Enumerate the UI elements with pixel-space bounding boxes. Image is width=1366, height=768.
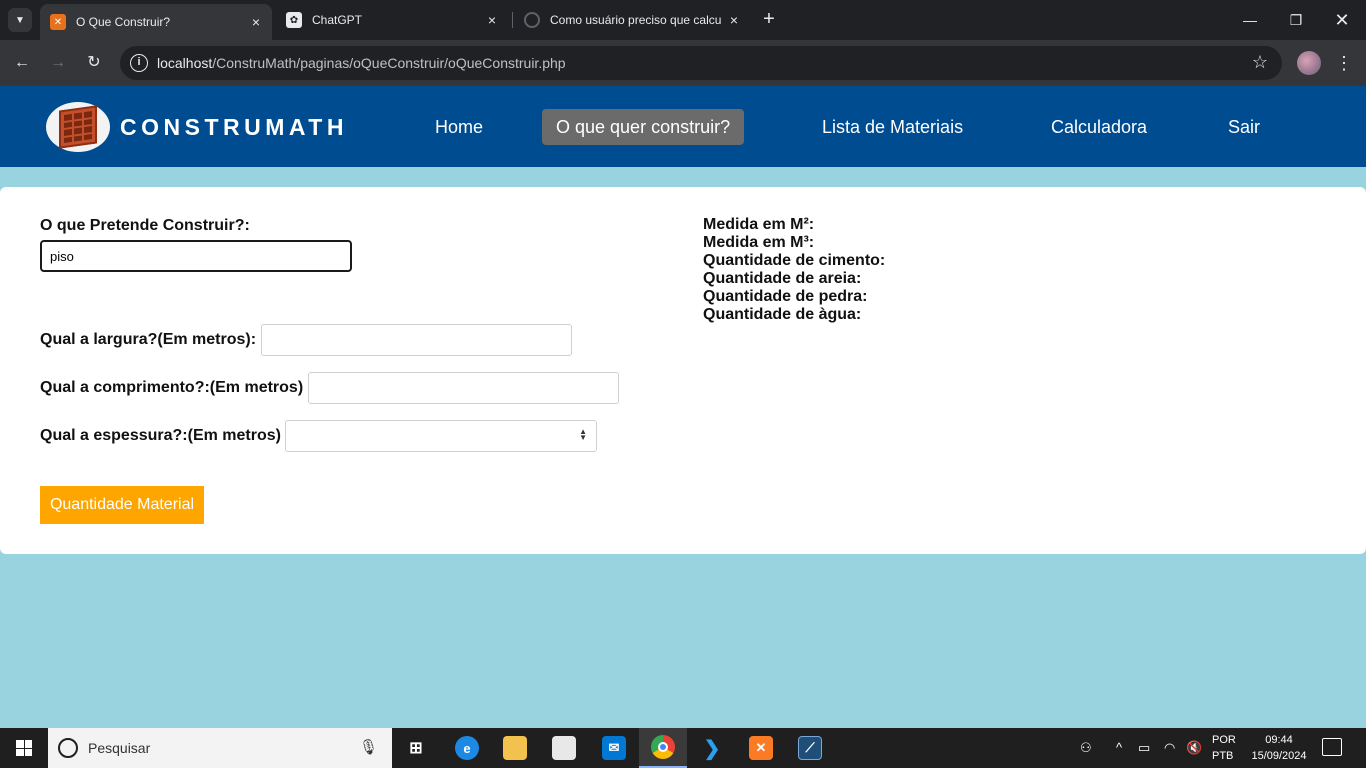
comprimento-input[interactable] [308,372,619,404]
vscode-icon: ❯ [700,736,724,760]
minimize-icon[interactable]: — [1238,8,1262,32]
tab-separator [512,12,513,28]
result-pedra: Quantidade de pedra: [703,288,868,305]
tab-title: ChatGPT [312,13,363,27]
windows-logo-icon [16,740,32,756]
quantidade-material-button[interactable]: Quantidade Material [40,486,204,524]
site-info-icon[interactable]: i [130,54,148,72]
cortana-icon [58,738,78,758]
keyboard-layout: PTB [1212,750,1234,762]
url-text[interactable]: localhost/ConstruMath/paginas/oQueConstr… [157,55,566,71]
more-menu-icon[interactable]: ⋮ [1335,51,1353,75]
clock-time: 09:44 [1265,734,1293,746]
windows-taskbar: Pesquisar 🎙 ⊞ e ✉ ❯ ✕ ⟋ ⚇ ^ ▭ ◠ 🔇 POR PT… [0,728,1366,768]
espessura-input[interactable] [285,420,597,452]
result-medida-m3: Medida em M³: [703,234,815,251]
nav-sair[interactable]: Sair [1214,109,1274,145]
results-panel: Medida em M²: Medida em M³: Quantidade d… [703,216,885,324]
mail-icon: ✉ [602,736,626,760]
tab-o-que-construir[interactable]: ✕ O Que Construir? × [40,4,272,40]
brand-title: CONSTRUMATH [120,114,348,140]
file-explorer-app[interactable] [491,728,539,768]
folder-icon [503,736,527,760]
task-view-button[interactable]: ⊞ [392,728,440,768]
clock[interactable]: 09:44 15/09/2024 [1246,732,1312,764]
browser-toolbar: ← → ↻ i localhost/ConstruMath/paginas/oQ… [0,40,1366,86]
browser-tab-bar: ▼ ✕ O Que Construir? × ✿ ChatGPT × Como … [0,0,1366,40]
result-cimento: Quantidade de cimento: [703,252,886,269]
clock-date: 15/09/2024 [1251,750,1307,762]
site-header: CONSTRUMATH Home O que quer construir? L… [0,86,1366,167]
bookmark-star-icon[interactable]: ☆ [1252,52,1268,73]
tab-search-button[interactable]: ▼ [8,8,32,32]
result-areia: Quantidade de areia: [703,270,862,287]
mysql-workbench-icon: ⟋ [798,736,822,760]
edge-app[interactable]: e [443,728,491,768]
construir-input[interactable] [40,240,352,272]
nav-calculadora[interactable]: Calculadora [1037,109,1161,145]
input-language[interactable]: POR PTB [1212,732,1236,764]
close-window-icon[interactable]: ✕ [1330,8,1354,32]
result-agua: Quantidade de àgua: [703,306,862,323]
espessura-label: Qual a espessura?:(Em metros) [40,427,281,444]
notification-center-icon[interactable] [1322,738,1342,756]
construir-label: O que Pretende Construir?: [40,217,250,234]
chatgpt-favicon-icon: ✿ [286,12,302,28]
largura-input[interactable] [261,324,572,356]
restore-icon[interactable]: ❐ [1284,8,1308,32]
close-tab-icon[interactable]: × [482,12,502,28]
people-icon[interactable]: ⚇ [1080,740,1092,756]
xampp-favicon-icon: ✕ [50,14,66,30]
github-favicon-icon [524,12,540,28]
start-button[interactable] [0,728,48,768]
result-medida-m2: Medida em M²: [703,216,815,233]
brick-logo[interactable] [46,102,110,152]
address-bar[interactable]: i localhost/ConstruMath/paginas/oQueCons… [120,46,1282,80]
store-app[interactable] [540,728,588,768]
new-tab-button[interactable]: + [758,8,780,30]
store-icon [552,736,576,760]
edge-icon: e [455,736,479,760]
close-tab-icon[interactable]: × [246,14,266,30]
back-icon[interactable]: ← [10,51,34,75]
microphone-icon[interactable]: 🎙 [359,738,378,756]
taskbar-search[interactable]: Pesquisar 🎙 [48,728,392,768]
nav-o-que-quer-construir[interactable]: O que quer construir? [542,109,745,145]
xampp-app[interactable]: ✕ [737,728,785,768]
tab-title: O Que Construir? [76,15,171,29]
chrome-icon [651,735,675,759]
tab-title: Como usuário preciso que calcu [550,13,722,27]
close-tab-icon[interactable]: × [724,12,744,28]
volume-muted-icon[interactable]: 🔇 [1186,740,1202,756]
comprimento-label: Qual a comprimento?:(Em metros) [40,379,304,396]
tab-chatgpt[interactable]: ✿ ChatGPT × [276,6,508,34]
language-code: POR [1212,734,1236,746]
largura-label: Qual a largura?(Em metros): [40,331,257,348]
tab-como-usuario[interactable]: Como usuário preciso que calcu × [514,6,750,34]
mysql-workbench-app[interactable]: ⟋ [786,728,834,768]
brick-icon [59,105,97,149]
search-placeholder: Pesquisar [88,740,151,756]
form-card: O que Pretende Construir?: Qual a largur… [0,187,1366,554]
show-hidden-icons-chevron-icon[interactable]: ^ [1116,740,1122,755]
wifi-icon[interactable]: ◠ [1164,740,1175,756]
reload-icon[interactable]: ↻ [82,51,106,75]
chrome-app[interactable] [639,728,687,768]
espessura-field[interactable]: ▲ ▼ [285,420,597,452]
battery-icon[interactable]: ▭ [1138,740,1150,756]
mail-app[interactable]: ✉ [590,728,638,768]
profile-avatar[interactable] [1297,51,1321,75]
nav-lista-de-materiais[interactable]: Lista de Materiais [808,109,977,145]
task-view-icon: ⊞ [409,740,423,757]
xampp-icon: ✕ [749,736,773,760]
forward-icon[interactable]: → [46,51,70,75]
vscode-app[interactable]: ❯ [688,728,736,768]
number-spinner-icon[interactable]: ▲ ▼ [579,428,587,442]
nav-home[interactable]: Home [421,109,497,145]
